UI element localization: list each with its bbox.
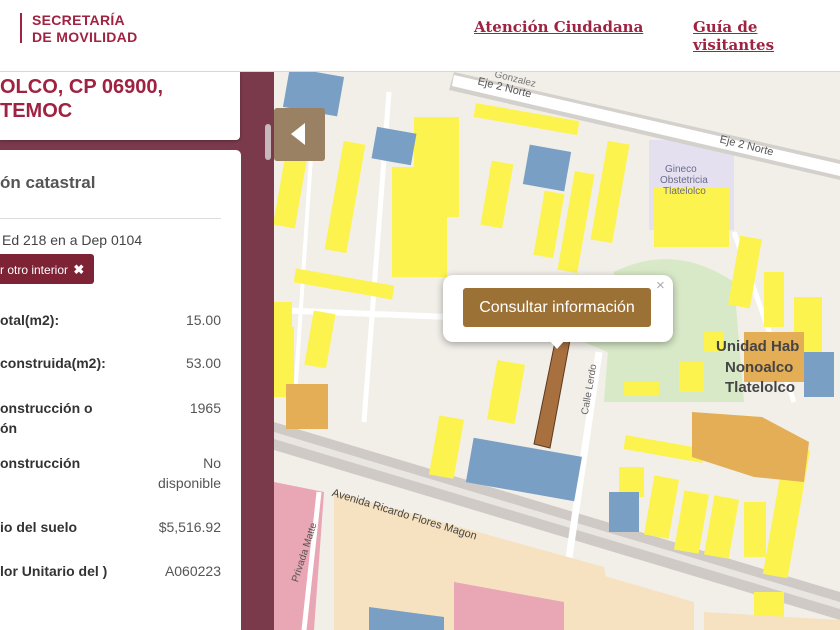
- row-value-anio-construccion: 1965: [189, 400, 221, 416]
- panel-divider: [0, 218, 221, 219]
- row-label-valor-unitario: lor Unitario del ): [0, 563, 108, 579]
- row-value-area-construida: 53.00: [185, 355, 221, 371]
- chevron-left-icon: [291, 123, 305, 145]
- nav-link-guia-visitantes[interactable]: Guía de visitantes: [693, 18, 840, 54]
- popup-close-icon[interactable]: ×: [656, 277, 665, 294]
- row-value-construccion: No disponible: [157, 455, 221, 491]
- panel-scrollbar-thumb[interactable]: [265, 124, 271, 160]
- address-line1: OLCO, CP 06900,: [0, 76, 164, 98]
- panel-title: ón catastral: [0, 173, 96, 192]
- logo-text-line2: DE MOVILIDAD: [32, 29, 138, 45]
- consult-info-button[interactable]: Consultar información: [463, 288, 651, 327]
- map-label-obstetricia: Obstetricia: [660, 175, 708, 186]
- row-label-construccion: onstrucción: [0, 455, 81, 471]
- map-popup-tip: [549, 340, 565, 349]
- map-label-tlatelolco-hospital: Tlatelolco: [663, 186, 706, 197]
- row-label-valor-suelo: io del suelo: [0, 519, 78, 535]
- collapse-panel-button[interactable]: [274, 108, 325, 161]
- selected-parcel: [533, 336, 571, 449]
- map-label-unidad-hab: Unidad Hab: [716, 338, 800, 355]
- logo-divider: [20, 13, 22, 43]
- nav-link-atencion-ciudadana[interactable]: Atención Ciudadana: [474, 18, 643, 36]
- row-value-area-total: 15.00: [185, 312, 221, 328]
- map-label-nonoalco: Nonoalco: [725, 359, 794, 376]
- address-card: OLCO, CP 06900, TEMOC: [0, 72, 240, 140]
- row-value-valor-suelo: $5,516.92: [158, 519, 221, 535]
- other-interior-button-label: r otro interior: [0, 263, 69, 277]
- map-canvas[interactable]: Eje 2 Norte Eje 2 Norte Gonzalez Gineco …: [274, 72, 840, 630]
- unit-description: Ed 218 en a Dep 0104: [2, 232, 143, 248]
- map-label-tlatelolco: Tlatelolco: [725, 379, 796, 396]
- row-value-valor-unitario: A060223: [164, 563, 221, 579]
- row-label-area-construida: construida(m2):: [0, 355, 106, 371]
- address-line2: TEMOC: [0, 100, 73, 122]
- logo-text-line1: SECRETARÍA: [32, 12, 125, 28]
- cadastral-info-panel: ón catastral Ed 218 en a Dep 0104 r otro…: [0, 150, 241, 630]
- other-interior-button[interactable]: r otro interior ✖: [0, 254, 94, 284]
- row-label-anio-construccion: onstrucción o ón: [0, 400, 93, 436]
- site-header: SECRETARÍA DE MOVILIDAD Atención Ciudada…: [0, 0, 840, 72]
- close-icon: ✖: [73, 262, 85, 277]
- map-label-gineco: Gineco: [665, 164, 697, 175]
- row-label-area-total: otal(m2):: [0, 312, 60, 328]
